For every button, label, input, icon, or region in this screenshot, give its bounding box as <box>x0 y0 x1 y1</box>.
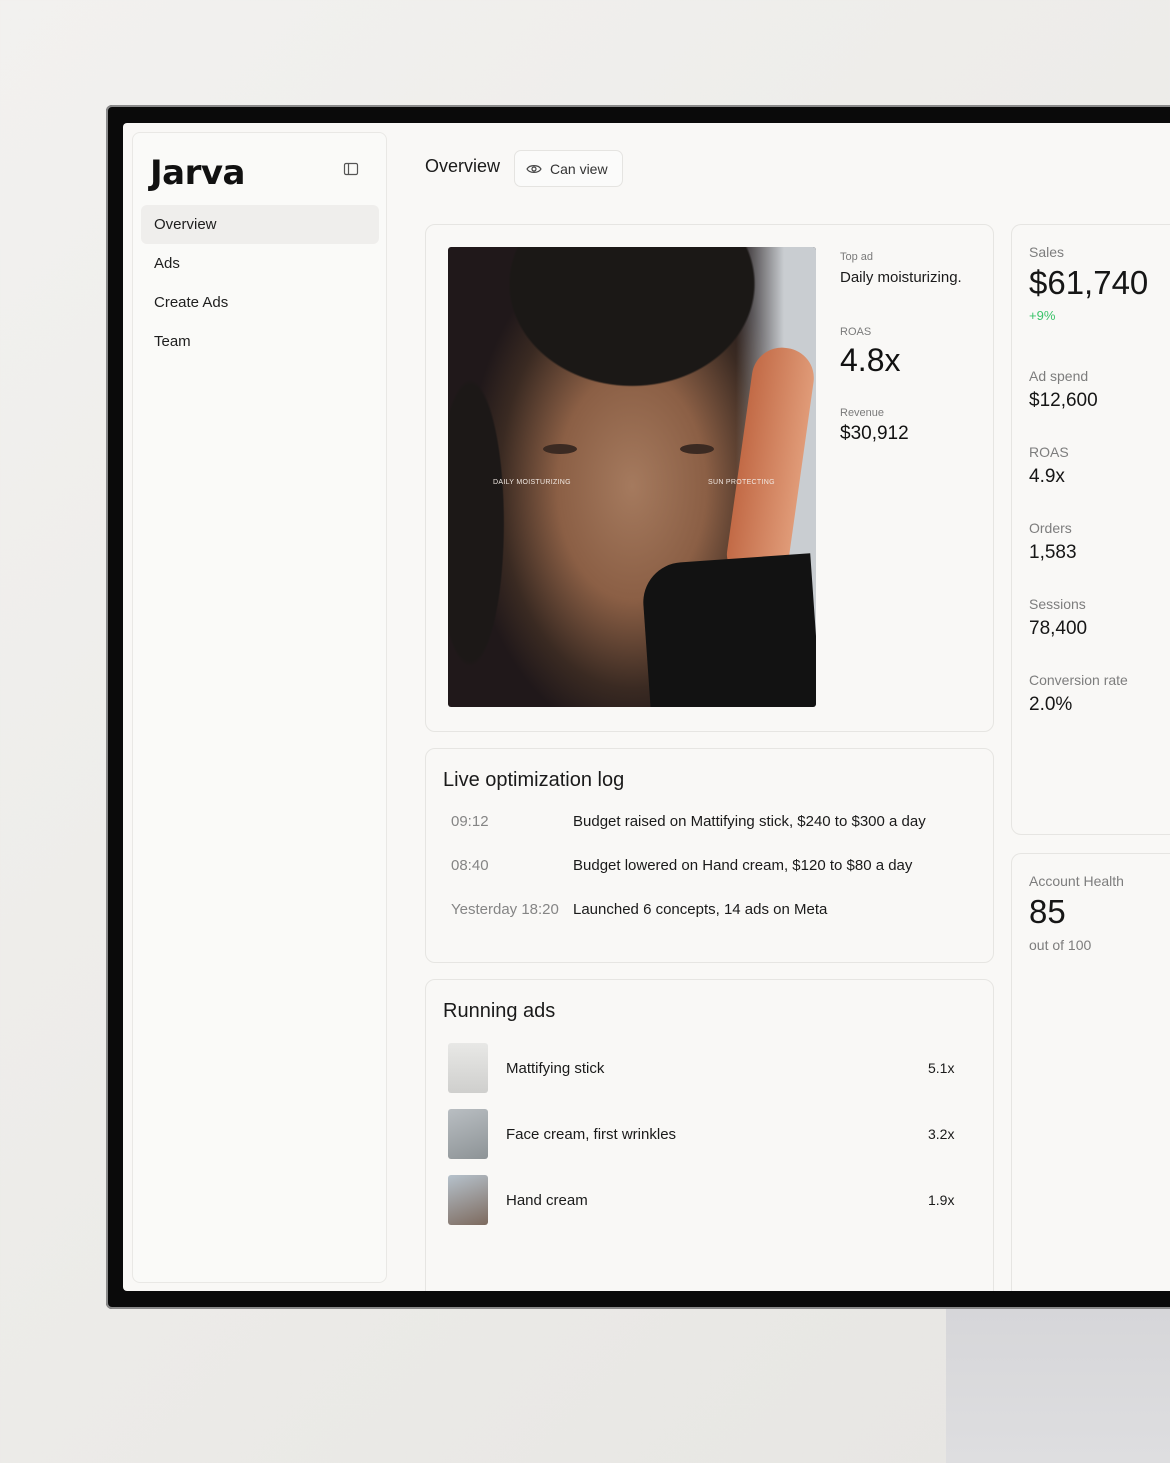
log-time: 08:40 <box>451 857 489 874</box>
app-screen: Jarva Overview Ads Create Ads Team Overv… <box>123 123 1170 1291</box>
stat-ad-spend: Ad spend $12,600 <box>1029 368 1098 412</box>
ad-thumbnail <box>448 1109 488 1159</box>
log-text: Budget lowered on Hand cream, $120 to $8… <box>573 857 913 874</box>
top-ad-image[interactable]: DAILY MOISTURIZING SUN PROTECTING <box>448 247 816 707</box>
stat-value: 1,583 <box>1029 542 1077 563</box>
running-ad-row[interactable]: Face cream, first wrinkles 3.2x <box>448 1109 958 1159</box>
stat-value: 2.0% <box>1029 694 1073 715</box>
running-ads-card: Running ads Mattifying stick 5.1x Face c… <box>425 979 994 1291</box>
image-sleeve <box>640 553 816 707</box>
log-text: Budget raised on Mattifying stick, $240 … <box>573 813 926 830</box>
ad-name: Mattifying stick <box>506 1059 605 1077</box>
sidebar-item-create-ads[interactable]: Create Ads <box>141 283 379 322</box>
ad-name: Hand cream <box>506 1191 588 1209</box>
health-score: 85 <box>1029 893 1066 930</box>
stat-value: 78,400 <box>1029 618 1088 639</box>
stat-value: $12,600 <box>1029 390 1098 411</box>
stat-delta: +9% <box>1029 308 1056 323</box>
sidebar-collapse-icon[interactable] <box>343 161 359 177</box>
log-time: 09:12 <box>451 813 489 830</box>
stat-conversion-rate: Conversion rate 2.0% <box>1029 672 1128 716</box>
ad-thumbnail <box>448 1043 488 1093</box>
running-ad-row[interactable]: Mattifying stick 5.1x <box>448 1043 958 1093</box>
log-time: Yesterday 18:20 <box>451 901 559 918</box>
top-ad-meta: Top ad Daily moisturizing. ROAS 4.8x Rev… <box>840 251 990 445</box>
ad-thumbnail <box>448 1175 488 1225</box>
top-ad-revenue-label: Revenue <box>840 407 885 419</box>
running-ad-row[interactable]: Hand cream 1.9x <box>448 1175 958 1225</box>
top-ad-roas-label: ROAS <box>840 326 872 338</box>
stat-label: Orders <box>1029 520 1072 536</box>
sidebar-item-team[interactable]: Team <box>141 322 379 361</box>
stat-roas: ROAS 4.9x <box>1029 444 1069 488</box>
stat-value: 4.9x <box>1029 466 1065 487</box>
log-entry: Yesterday 18:20 Launched 6 concepts, 14 … <box>451 901 827 918</box>
stat-orders: Orders 1,583 <box>1029 520 1077 564</box>
image-text-right: SUN PROTECTING <box>708 479 775 486</box>
page-title: Overview <box>425 156 501 176</box>
ad-name: Face cream, first wrinkles <box>506 1125 677 1143</box>
account-health-card: Account Health 85 out of 100 <box>1011 853 1170 1291</box>
top-ad-name: Daily moisturizing. <box>840 269 962 286</box>
sidebar-nav: Overview Ads Create Ads Team <box>141 205 379 361</box>
stat-label: Account Health <box>1029 873 1124 889</box>
stat-label: Sessions <box>1029 596 1086 612</box>
permission-button[interactable]: Can view <box>514 150 623 187</box>
ad-roas: 1.9x <box>928 1192 955 1208</box>
sidebar-item-ads[interactable]: Ads <box>141 244 379 283</box>
app-logo: Jarva <box>150 153 245 193</box>
log-entry: 09:12 Budget raised on Mattifying stick,… <box>451 813 926 830</box>
top-ad-roas-value: 4.8x <box>840 342 901 378</box>
stat-label: Conversion rate <box>1029 672 1128 688</box>
sidebar-item-overview[interactable]: Overview <box>141 205 379 244</box>
stat-label: Ad spend <box>1029 368 1089 384</box>
ad-roas: 5.1x <box>928 1060 955 1076</box>
sales-stats-card: Sales $61,740 +9% Ad spend $12,600 ROAS … <box>1011 224 1170 835</box>
stat-sessions: Sessions 78,400 <box>1029 596 1087 640</box>
top-ad-revenue-value: $30,912 <box>840 423 909 444</box>
stat-sales: Sales $61,740 +9% <box>1029 244 1148 323</box>
image-text-left: DAILY MOISTURIZING <box>493 479 571 486</box>
sidebar: Jarva Overview Ads Create Ads Team <box>132 132 387 1283</box>
permission-label: Can view <box>550 160 608 177</box>
log-entry: 08:40 Budget lowered on Hand cream, $120… <box>451 857 912 874</box>
stat-value: $61,740 <box>1029 264 1149 301</box>
running-ads-title: Running ads <box>443 1000 556 1022</box>
top-ad-card: DAILY MOISTURIZING SUN PROTECTING Top ad… <box>425 224 994 732</box>
log-text: Launched 6 concepts, 14 ads on Meta <box>573 901 828 918</box>
log-title: Live optimization log <box>443 769 625 791</box>
stat-account-health: Account Health 85 out of 100 <box>1029 873 1124 953</box>
optimization-log-card: Live optimization log 09:12 Budget raise… <box>425 748 994 963</box>
image-eye-right <box>680 444 714 454</box>
monitor-stand-shadow <box>946 1308 1170 1463</box>
stat-label: ROAS <box>1029 444 1069 460</box>
health-scale: out of 100 <box>1029 937 1092 953</box>
eye-icon <box>526 164 542 173</box>
ad-roas: 3.2x <box>928 1126 955 1142</box>
top-ad-label: Top ad <box>840 251 874 263</box>
stat-label: Sales <box>1029 244 1065 260</box>
image-eye-left <box>543 444 577 454</box>
